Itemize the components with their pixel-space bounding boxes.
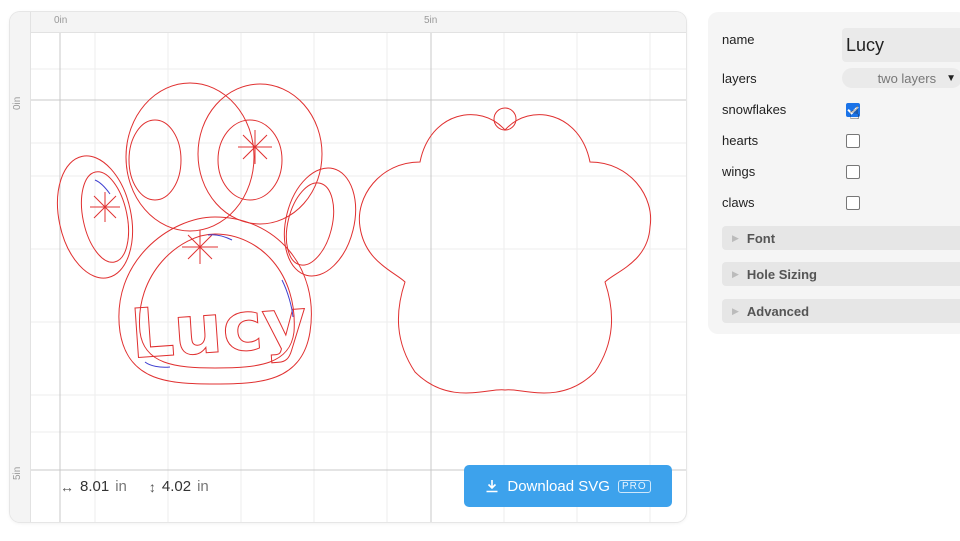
- wings-label: wings: [722, 164, 756, 179]
- name-input[interactable]: Lucy: [842, 28, 960, 62]
- layers-select-value: two layers: [877, 70, 937, 86]
- section-advanced-label: Advanced: [746, 303, 810, 319]
- section-font-label: Font: [746, 230, 776, 246]
- claws-checkbox[interactable]: [846, 196, 860, 210]
- section-advanced[interactable]: ▶ Advanced: [722, 299, 960, 323]
- download-button-label: Download SVG: [507, 477, 610, 495]
- height-value: 4.02: [161, 478, 192, 495]
- wings-checkbox[interactable]: [846, 165, 860, 179]
- name-cutout-text: Lucy: [128, 284, 309, 375]
- paw-back-layer: [358, 107, 652, 394]
- layers-label: layers: [722, 71, 757, 86]
- section-hole-sizing-label: Hole Sizing: [746, 266, 817, 282]
- height-arrow-icon: ↕: [148, 478, 156, 495]
- height-unit: in: [197, 478, 209, 495]
- disclosure-triangle-icon: ▶: [732, 305, 739, 316]
- width-value: 8.01: [80, 478, 110, 495]
- hearts-checkbox[interactable]: [846, 134, 860, 148]
- width-unit: in: [115, 478, 127, 495]
- design-dimensions: ↔ 8.01 in ↕ 4.02 in: [60, 478, 209, 495]
- download-svg-button[interactable]: Download SVG PRO: [464, 465, 672, 507]
- section-hole-sizing[interactable]: ▶ Hole Sizing: [722, 262, 960, 286]
- layers-select[interactable]: two layers ▼: [842, 68, 960, 88]
- paw-ornament-design: Lucy: [57, 82, 652, 394]
- claws-label: claws: [722, 195, 755, 210]
- paw-front-layer: Lucy: [57, 82, 357, 385]
- design-canvas-panel: 0in 5in 0in 5in Lucy ↔ 8.01 in ↕ 4.02 in…: [10, 12, 686, 522]
- hearts-label: hearts: [722, 133, 759, 148]
- settings-panel: name Lucy layers two layers ▼ snowflakes…: [708, 12, 960, 334]
- disclosure-triangle-icon: ▶: [732, 268, 739, 279]
- width-arrow-icon: ↔: [60, 478, 74, 495]
- download-icon: [486, 480, 498, 493]
- snowflake-icon: [238, 130, 272, 164]
- pro-badge: PRO: [617, 479, 651, 493]
- name-label: name: [722, 32, 755, 47]
- disclosure-triangle-icon: ▶: [732, 232, 739, 243]
- hand-cursor-icon: ☝: [849, 103, 860, 123]
- section-font[interactable]: ▶ Font: [722, 226, 960, 250]
- chevron-down-icon: ▼: [946, 72, 956, 84]
- snowflake-icon: [90, 192, 120, 222]
- snowflakes-label: snowflakes: [722, 102, 787, 117]
